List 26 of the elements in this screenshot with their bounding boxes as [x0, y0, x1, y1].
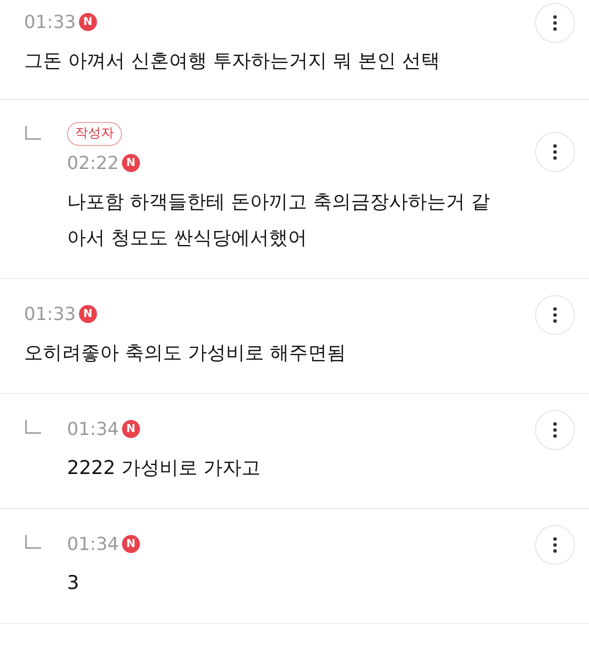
comment-text: 그돈 아껴서 신혼여행 투자하는거지 뭐 본인 선택	[24, 49, 442, 74]
new-badge: N	[78, 13, 97, 31]
new-badge: N	[122, 420, 140, 438]
comment-text: 3	[67, 571, 80, 596]
more-button[interactable]	[535, 410, 575, 450]
new-badge: N	[78, 305, 97, 323]
new-badge: N	[122, 535, 140, 553]
author-badge: 작성자	[67, 122, 122, 146]
more-icon	[553, 15, 557, 31]
more-button[interactable]	[535, 3, 575, 43]
comment-time: 01:34	[67, 418, 119, 442]
comment-text: 오히려좋아 축의도 가성비로 해주면됨	[24, 341, 348, 366]
more-icon	[553, 307, 557, 323]
more-icon	[553, 537, 557, 553]
comment-time: 01:33	[24, 302, 76, 326]
comment-text: 나포함 하객들한테 돈아끼고 축의금장사하는거 같아서 청모도 싼식당에서했어	[67, 190, 492, 251]
more-button[interactable]	[535, 295, 575, 335]
more-icon	[553, 422, 557, 438]
new-badge: N	[122, 154, 140, 172]
comment-time: 02:22	[67, 152, 119, 176]
more-icon	[553, 144, 557, 160]
more-button[interactable]	[535, 132, 575, 172]
comment-text: 2222 가성비로 가자고	[67, 456, 262, 481]
comment-time: 01:33	[24, 10, 76, 34]
comment-time: 01:34	[67, 532, 119, 556]
more-button[interactable]	[535, 525, 575, 565]
